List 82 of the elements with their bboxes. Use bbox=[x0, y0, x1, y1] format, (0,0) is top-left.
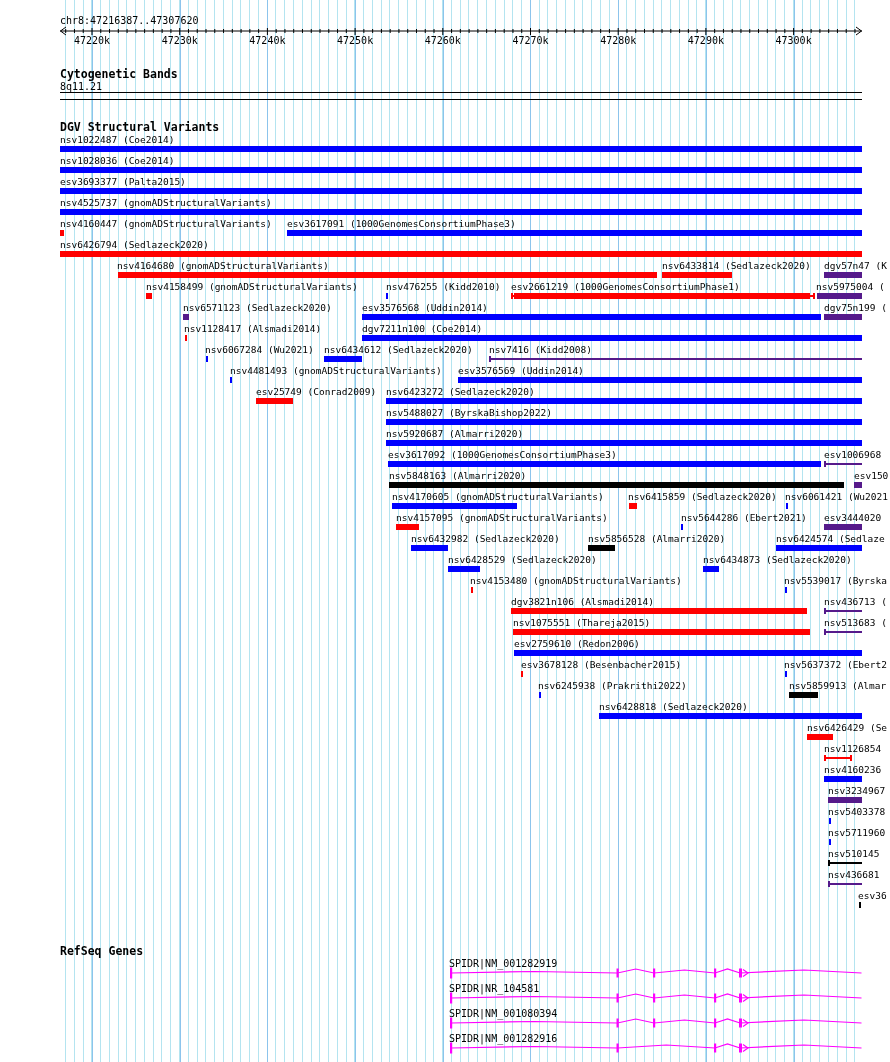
variant-label: nsv5488027 (ByrskaBishop2022) bbox=[386, 407, 552, 418]
variant-label: nsv6426794 (Sedlazeck2020) bbox=[60, 239, 209, 250]
variant-label: nsv513683 ( bbox=[824, 617, 887, 628]
location-label: chr8:47216387..47307620 bbox=[60, 15, 199, 27]
variant-label: nsv5859913 (Almar bbox=[789, 680, 887, 691]
variant-label: nsv476255 (Kidd2010) bbox=[386, 281, 501, 292]
variant-label: nsv1028036 (Coe2014) bbox=[60, 155, 175, 166]
variant-label: nsv6423272 (Sedlazeck2020) bbox=[386, 386, 535, 397]
variant-label: esv25749 (Conrad2009) bbox=[256, 386, 377, 397]
variant-label: dgv7211n100 (Coe2014) bbox=[362, 323, 483, 334]
variant-label: nsv6415859 (Sedlazeck2020) bbox=[628, 491, 777, 502]
scale-label: 47290k bbox=[687, 35, 724, 47]
variant-label: esv2759610 (Redon2006) bbox=[514, 638, 640, 649]
variant-label: nsv1126854 bbox=[824, 743, 882, 754]
variant-label: dgv57n47 (K bbox=[824, 260, 887, 271]
variant-label: esv3444020 bbox=[824, 512, 882, 523]
variant-label: esv3617092 (1000GenomesConsortiumPhase3) bbox=[388, 449, 617, 460]
variant-label: nsv4170605 (gnomADStructuralVariants) bbox=[392, 491, 604, 502]
variant-label: nsv6424574 (Sedlaze bbox=[776, 533, 885, 544]
variant-label: nsv6434612 (Sedlazeck2020) bbox=[324, 344, 473, 355]
variant-label: nsv5539017 (Byrska bbox=[784, 575, 887, 586]
variant-label: nsv5920687 (Almarri2020) bbox=[386, 428, 524, 439]
variant-label: nsv436713 ( bbox=[824, 596, 887, 607]
transcript-label: SPIDR|NM_001080394 bbox=[449, 1008, 558, 1019]
variant-label: nsv5848163 (Almarri2020) bbox=[389, 470, 527, 481]
track-title: RefSeq Genes bbox=[60, 945, 144, 958]
variant-label: esv1006968 bbox=[824, 449, 882, 460]
variant-label: dgv75n199 ( bbox=[824, 302, 887, 313]
variant-label: esv2661219 (1000GenomesConsortiumPhase1) bbox=[511, 281, 740, 292]
variant-label: nsv6426429 (Se bbox=[807, 722, 888, 733]
transcript-label: SPIDR|NR_104581 bbox=[449, 983, 540, 994]
scale-label: 47270k bbox=[512, 35, 549, 47]
variant-label: nsv7416 (Kidd2008) bbox=[489, 344, 592, 355]
variant-label: nsv4160447 (gnomADStructuralVariants) bbox=[60, 218, 272, 229]
variant-label: nsv3234967 bbox=[828, 785, 886, 796]
variant-label: esv36 bbox=[858, 890, 887, 901]
scale-label: 47280k bbox=[600, 35, 637, 47]
variant-label: nsv6067284 (Wu2021) bbox=[205, 344, 314, 355]
variant-label: nsv5403378 bbox=[828, 806, 886, 817]
variant-label: nsv6571123 (Sedlazeck2020) bbox=[183, 302, 332, 313]
variant-label: nsv5644286 (Ebert2021) bbox=[681, 512, 807, 523]
variant-label: nsv6061421 (Wu2021 bbox=[785, 491, 888, 502]
variant-label: dgv3821n106 (Alsmadi2014) bbox=[511, 596, 654, 607]
scale-label: 47220k bbox=[73, 35, 111, 47]
variant-label: nsv6428529 (Sedlazeck2020) bbox=[448, 554, 597, 565]
variant-label: nsv5711960 bbox=[828, 827, 886, 838]
variant-label: esv150 bbox=[854, 470, 889, 481]
variant-label: nsv4158499 (gnomADStructuralVariants) bbox=[146, 281, 358, 292]
scale-label: 47300k bbox=[775, 35, 812, 47]
variant-label: esv3693377 (Palta2015) bbox=[60, 176, 186, 187]
track-title: Cytogenetic Bands bbox=[60, 68, 178, 81]
variant-label: nsv436681 bbox=[828, 869, 880, 880]
variant-label: nsv6432982 (Sedlazeck2020) bbox=[411, 533, 560, 544]
variant-label: nsv4481493 (gnomADStructuralVariants) bbox=[230, 365, 442, 376]
variant-label: nsv5637372 (Ebert2 bbox=[784, 659, 887, 670]
scale-label: 47260k bbox=[424, 35, 461, 47]
transcript-label: SPIDR|NM_001282916 bbox=[449, 1033, 558, 1044]
variant-label: nsv6428818 (Sedlazeck2020) bbox=[599, 701, 748, 712]
variant-label: esv3576569 (Uddin2014) bbox=[458, 365, 584, 376]
variant-label: nsv6434873 (Sedlazeck2020) bbox=[703, 554, 852, 565]
transcript-label: SPIDR|NM_001282919 bbox=[449, 958, 558, 969]
variant-label: nsv4157095 (gnomADStructuralVariants) bbox=[396, 512, 608, 523]
variant-label: nsv1128417 (Alsmadi2014) bbox=[184, 323, 322, 334]
variant-label: nsv6245938 (Prakrithi2022) bbox=[538, 680, 687, 691]
scale-label: 47240k bbox=[249, 35, 286, 47]
variant-label: nsv1075551 (Thareja2015) bbox=[513, 617, 651, 628]
variant-label: nsv5975004 ( bbox=[816, 281, 885, 292]
variant-label: esv3617091 (1000GenomesConsortiumPhase3) bbox=[287, 218, 516, 229]
band-label: 8q11.21 bbox=[60, 81, 103, 92]
variant-label: nsv4164680 (gnomADStructuralVariants) bbox=[117, 260, 329, 271]
variant-label: esv3678128 (Besenbacher2015) bbox=[521, 659, 682, 670]
variant-label: nsv4160236 bbox=[824, 764, 882, 775]
variant-label: nsv510145 bbox=[828, 848, 880, 859]
track-title: DGV Structural Variants bbox=[60, 121, 220, 134]
variant-label: nsv6433814 (Sedlazeck2020) bbox=[662, 260, 811, 271]
variant-label: nsv1022487 (Coe2014) bbox=[60, 134, 175, 145]
variant-label: nsv5856528 (Almarri2020) bbox=[588, 533, 726, 544]
scale-label: 47230k bbox=[161, 35, 198, 47]
variant-label: nsv4525737 (gnomADStructuralVariants) bbox=[60, 197, 272, 208]
scale-label: 47250k bbox=[337, 35, 374, 47]
variant-label: nsv4153480 (gnomADStructuralVariants) bbox=[470, 575, 682, 586]
variant-label: esv3576568 (Uddin2014) bbox=[362, 302, 488, 313]
